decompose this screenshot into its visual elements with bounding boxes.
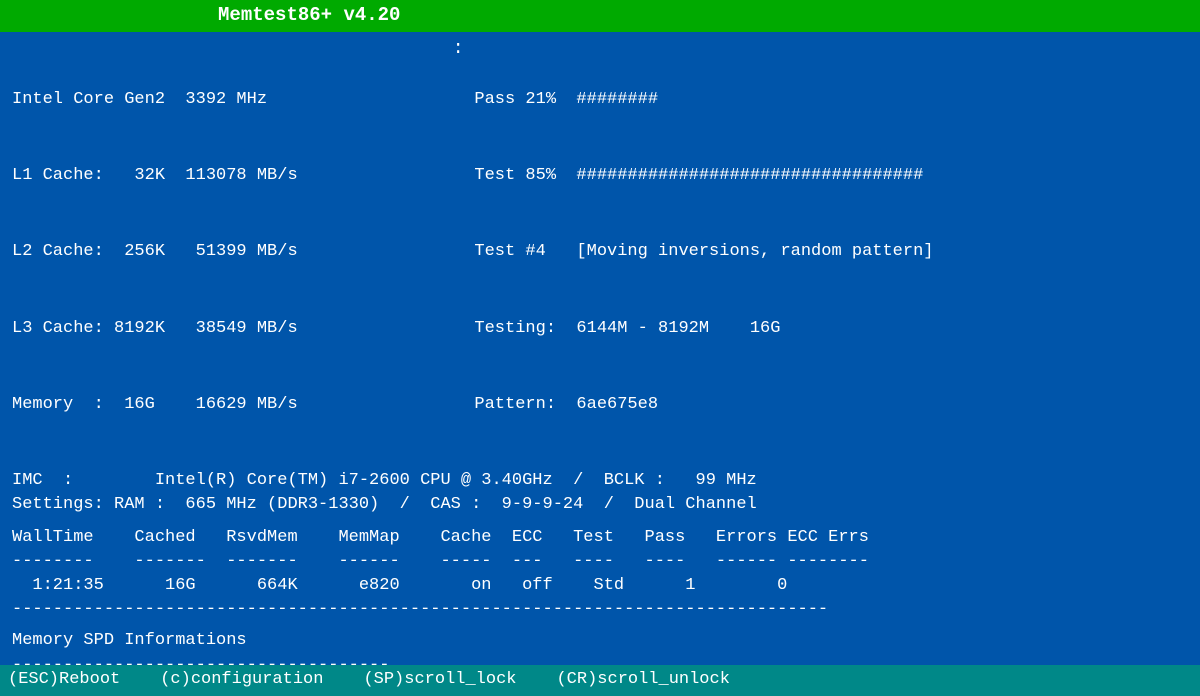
bottom-scroll-lock[interactable]: (SP)scroll_lock: [363, 668, 516, 693]
l3-cache: L3 Cache: 8192K 38549 MB/s: [12, 317, 442, 341]
table-section: WallTime Cached RsvdMem MemMap Cache ECC…: [12, 526, 1188, 598]
bottom-bar: (ESC)Reboot (c)configuration (SP)scroll_…: [0, 665, 1200, 696]
table-header-underline: -------- ------- ------- ------ ----- --…: [12, 550, 1188, 574]
table-divider: ----------------------------------------…: [12, 598, 1188, 622]
test-percent: Test 85% ###############################…: [474, 164, 1188, 188]
left-info: Intel Core Gen2 3392 MHz L1 Cache: 32K 1…: [12, 36, 442, 470]
title-bar: Memtest86+ v4.20: [0, 0, 1200, 32]
testing-range: Testing: 6144M - 8192M 16G: [474, 317, 1188, 341]
settings-row: Settings: RAM : 665 MHz (DDR3-1330) / CA…: [12, 493, 1188, 517]
right-info: Pass 21% ######## Test 85% #############…: [474, 36, 1188, 470]
bottom-scroll-unlock[interactable]: (CR)scroll_unlock: [556, 668, 729, 693]
spd-title: Memory SPD Informations: [12, 628, 1188, 654]
bottom-esc[interactable]: (ESC)Reboot: [8, 668, 120, 693]
screen: Memtest86+ v4.20 Intel Core Gen2 3392 MH…: [0, 0, 1200, 696]
l2-cache: L2 Cache: 256K 51399 MB/s: [12, 240, 442, 264]
pattern: Pattern: 6ae675e8: [474, 393, 1188, 417]
table-data-row: 1:21:35 16G 664K e820 on off Std 1 0: [12, 574, 1188, 598]
pass-percent: Pass 21% ########: [474, 88, 1188, 112]
title-text: Memtest86+ v4.20: [218, 4, 400, 26]
memory-info: Memory : 16G 16629 MB/s: [12, 393, 442, 417]
test-number: Test #4 [Moving inversions, random patte…: [474, 240, 1188, 264]
imc-row: IMC : Intel(R) Core(TM) i7-2600 CPU @ 3.…: [12, 469, 1188, 493]
cpu-info: Intel Core Gen2 3392 MHz: [12, 88, 442, 112]
bottom-config[interactable]: (c)configuration: [160, 668, 323, 693]
l1-cache: L1 Cache: 32K 113078 MB/s: [12, 164, 442, 188]
table-headers: WallTime Cached RsvdMem MemMap Cache ECC…: [12, 526, 1188, 550]
column-separator: :: [442, 36, 474, 470]
